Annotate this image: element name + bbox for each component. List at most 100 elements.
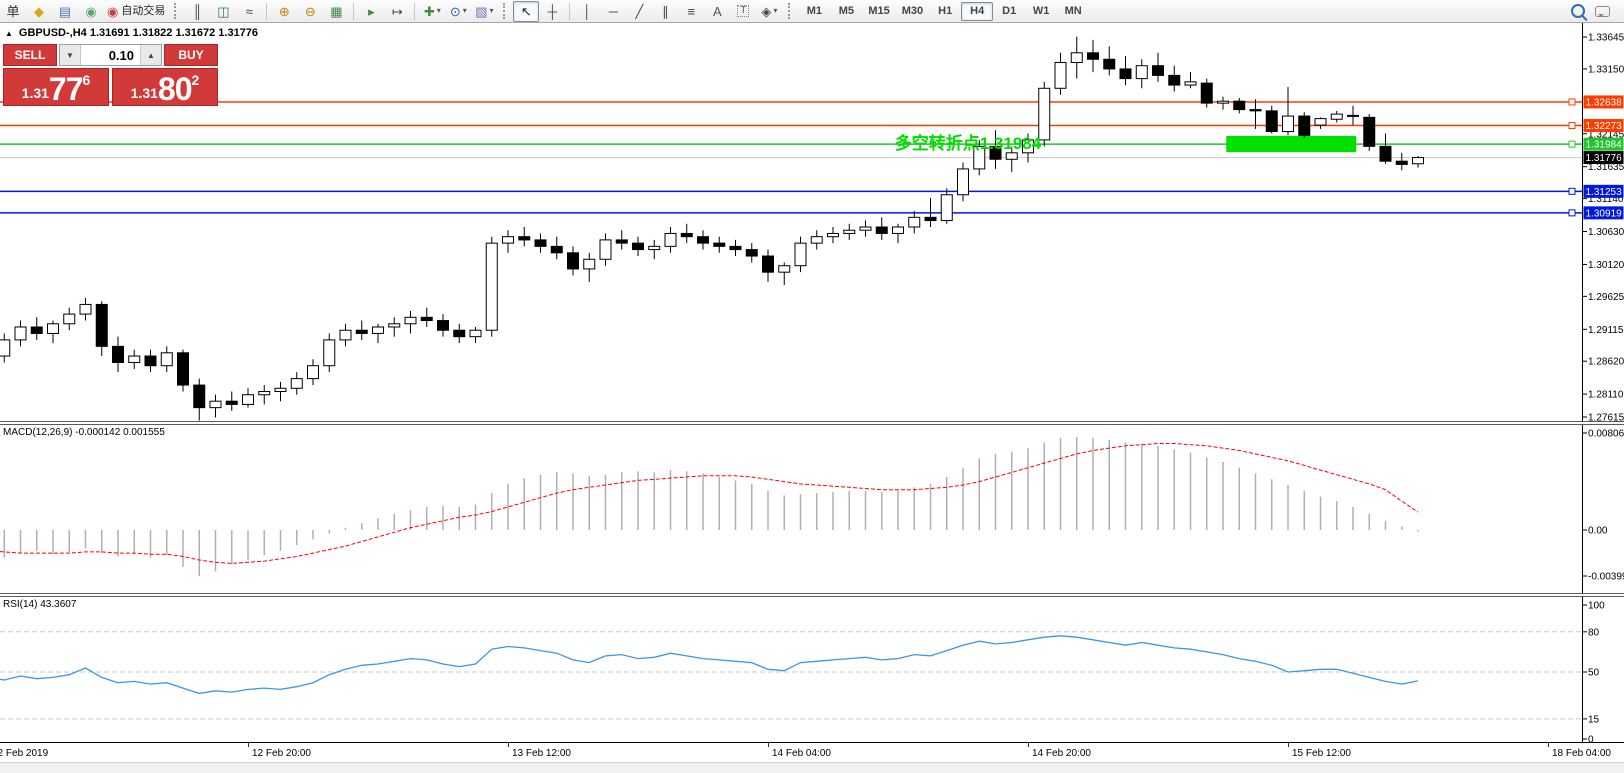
arrows-icon[interactable]: ◈ ▾ — [756, 1, 782, 22]
chat-icon[interactable] — [1595, 5, 1610, 17]
candle-body — [242, 394, 254, 405]
candlestick-chart-icon[interactable]: ◫ — [210, 1, 236, 22]
bar-chart-icon[interactable]: ║ — [184, 1, 210, 22]
price-badge-label: 1.32273 — [1586, 121, 1623, 132]
collapse-trade-panel-icon[interactable]: ▲ — [5, 29, 13, 38]
macd-bar — [556, 472, 558, 530]
macd-bar — [1059, 437, 1062, 530]
horizontal-line-icon[interactable]: ─ — [600, 1, 626, 22]
zoom-in-icon[interactable]: ⊕ — [271, 1, 297, 22]
vertical-line-icon[interactable]: │ — [574, 1, 600, 22]
timeframe-button-h4[interactable]: H4 — [961, 1, 994, 21]
chevron-down-icon[interactable]: ▾ — [437, 7, 441, 15]
text-label-icon[interactable]: T — [730, 1, 756, 22]
zoom-in-icon: ⊕ — [278, 3, 290, 19]
macd-bar — [1254, 473, 1257, 530]
one-click-trade-panel: SELL ▼ 0.10 ▲ BUY 1.31 77 6 1.31 80 2 — [3, 44, 218, 106]
macd-pane[interactable]: 0.008067 0.00 -0.003995 MACD(12,26,9) -0.0… — [0, 425, 1624, 593]
timeframe-button-mn[interactable]: MN — [1057, 2, 1089, 21]
templates-icon: ▧ — [475, 3, 488, 19]
search-icon[interactable] — [1571, 4, 1585, 18]
candle-body — [323, 339, 336, 367]
rsi-pane[interactable]: 100 80 50 15 0 RSI(14) 43.3607 — [0, 597, 1624, 743]
line-handle[interactable] — [1568, 122, 1576, 130]
time-axis[interactable]: 12 Feb 2019 12 Feb 20:00 13 Feb 12:00 14 Fe… — [0, 743, 1624, 762]
annotation-text[interactable]: 多空转折点1.31984 — [895, 133, 1042, 153]
timeframe-button-m1[interactable]: M1 — [798, 2, 830, 21]
sell-price-big: 77 — [48, 70, 84, 107]
crosshair-icon[interactable]: ┼ — [539, 1, 565, 22]
macd-bar — [978, 458, 980, 530]
macd-bar — [19, 530, 22, 554]
candle-body — [1152, 65, 1164, 76]
chart-shift-icon[interactable]: ▸ — [358, 1, 384, 22]
macd-bar — [1173, 449, 1175, 530]
autotrading-button[interactable]: ◉ 自动交易 — [104, 1, 168, 22]
time-tick — [508, 743, 509, 747]
price-badge-label: 1.31984 — [1586, 140, 1623, 151]
line-handle[interactable] — [1568, 187, 1576, 195]
candle-body — [1070, 52, 1083, 63]
highlight-rectangle[interactable] — [1226, 136, 1357, 153]
buy-price[interactable]: 1.31 80 2 — [112, 68, 218, 106]
macd-bar — [1124, 442, 1127, 530]
macd-bar — [1206, 457, 1208, 530]
toolbar-grip — [174, 3, 179, 19]
candle-body — [209, 400, 222, 409]
chevron-down-icon[interactable]: ▾ — [773, 7, 777, 15]
timeframe-button-m15[interactable]: M15 — [862, 2, 895, 21]
tile-windows-icon[interactable]: ▦ — [323, 1, 349, 22]
sell-price[interactable]: 1.31 77 6 — [3, 68, 109, 106]
candle-body — [1184, 81, 1197, 86]
indicators-icon[interactable]: ✚ ▾ — [419, 1, 445, 22]
toolbar-separator — [353, 2, 355, 20]
time-tick — [768, 743, 769, 747]
sell-button[interactable]: SELL — [3, 44, 57, 66]
volume-decrease-button[interactable]: ▼ — [60, 45, 81, 65]
line-chart-icon[interactable]: ≈ — [236, 1, 262, 22]
chevron-down-icon[interactable]: ▾ — [489, 7, 493, 15]
macd-bar — [653, 472, 655, 530]
timeframe-button-m30[interactable]: M30 — [896, 2, 929, 21]
timeframe-button-h1[interactable]: H1 — [929, 2, 961, 21]
cursor-icon[interactable]: ↖ — [513, 0, 540, 22]
candlestick-chart[interactable]: 多空转折点1.319841.336451.331501.321451.31635… — [0, 23, 1624, 421]
macd-bar — [783, 495, 785, 530]
signals-icon[interactable]: ◉ — [78, 1, 104, 22]
main-chart-pane[interactable]: 多空转折点1.31984 1.33645 1.33150 1.32145 1.31635… — [0, 23, 1624, 421]
candle-body — [258, 391, 271, 396]
fibonacci-icon[interactable]: ≡ — [678, 1, 704, 22]
rsi-line — [0, 635, 1419, 695]
templates-icon[interactable]: ▧ ▾ — [471, 1, 497, 22]
line-handle[interactable] — [1568, 209, 1576, 217]
macd-bar — [361, 523, 363, 530]
text-icon[interactable]: A — [704, 1, 730, 22]
macd-bar — [149, 530, 152, 558]
terminal-icon[interactable]: ▤ — [52, 1, 78, 22]
macd-tick-label: 0.00 — [1588, 526, 1608, 537]
candle-body — [713, 242, 726, 247]
timeframe-button-w1[interactable]: W1 — [1025, 2, 1057, 21]
line-handle[interactable] — [1568, 98, 1576, 106]
periods-icon[interactable]: ⊙ ▾ — [445, 1, 471, 22]
zoom-out-icon[interactable]: ⊖ — [297, 1, 323, 22]
timeframe-button-m5[interactable]: M5 — [830, 2, 862, 21]
macd-bar — [1287, 485, 1289, 530]
timeframe-button-d1[interactable]: D1 — [993, 2, 1025, 21]
volume-increase-button[interactable]: ▲ — [140, 45, 161, 65]
rsi-tick-label: 80 — [1588, 627, 1600, 638]
buy-button[interactable]: BUY — [164, 44, 218, 66]
candle-body — [1298, 115, 1311, 136]
trendline-icon[interactable]: ╱ — [626, 1, 652, 22]
channel-icon[interactable]: ∥ — [652, 1, 678, 22]
new-order-icon[interactable]: ◆ — [26, 1, 52, 22]
chevron-down-icon[interactable]: ▾ — [463, 7, 467, 15]
new-order-partial-button[interactable]: 单 — [0, 1, 26, 22]
volume-input[interactable]: 0.10 — [81, 45, 140, 65]
candle-body — [95, 303, 108, 347]
auto-scroll-icon[interactable]: ↦ — [384, 1, 410, 22]
autotrading-button: ◉ — [107, 3, 119, 19]
line-handle[interactable] — [1568, 140, 1576, 148]
terminal-icon: ▤ — [58, 3, 72, 19]
price-tick-label: 1.28620 — [1588, 357, 1624, 368]
